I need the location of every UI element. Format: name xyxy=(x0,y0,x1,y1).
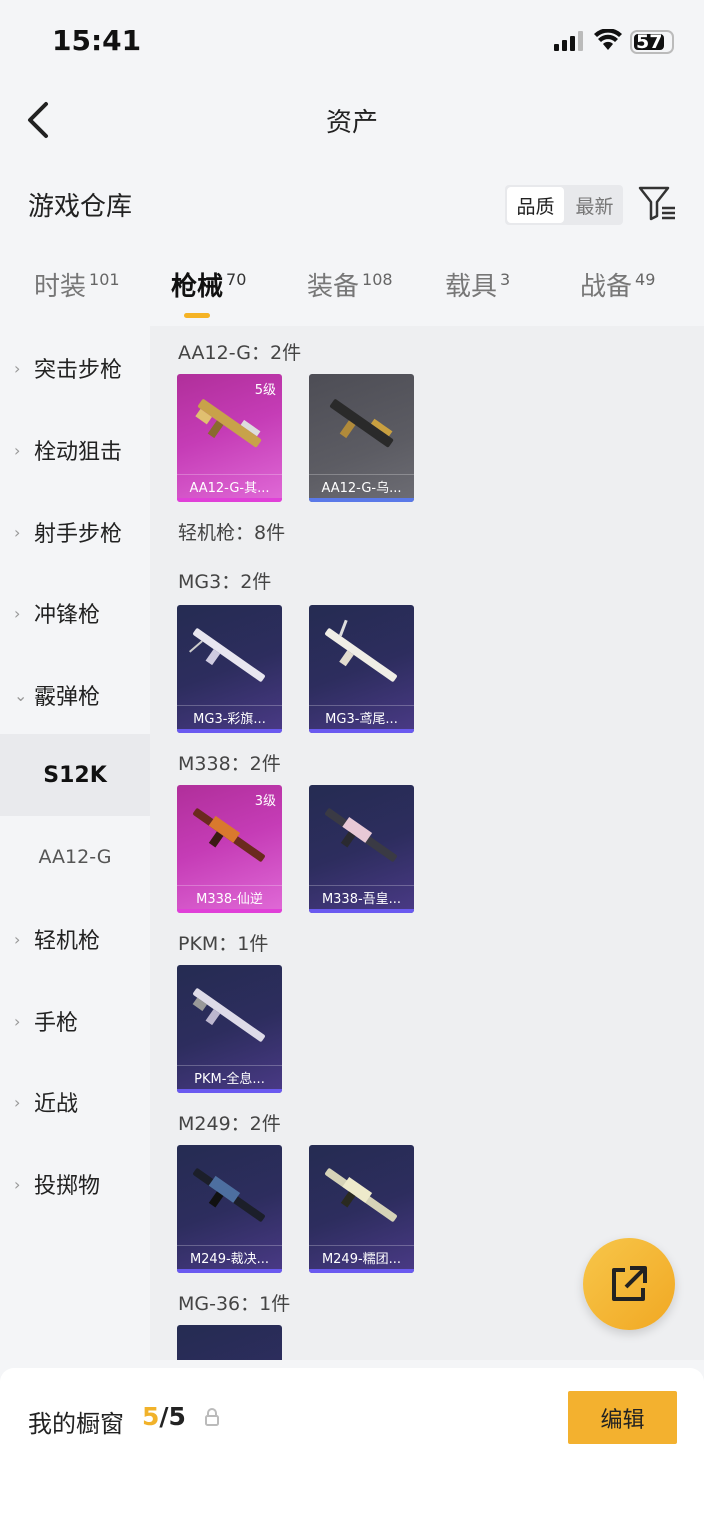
showcase-count: 5/5 xyxy=(142,1402,186,1431)
edit-button[interactable]: 编辑 xyxy=(568,1391,677,1444)
group-title: MG3：2件 xyxy=(178,571,272,593)
lmg-image xyxy=(189,628,265,682)
sidebar-item-throwable[interactable]: › 投掷物 xyxy=(0,1154,150,1214)
section-title: 游戏仓库 xyxy=(28,192,133,222)
sidebar-item-shotgun[interactable]: ⌄ 霰弹枪 xyxy=(0,665,150,725)
item-card[interactable]: M249-糯团... xyxy=(309,1145,414,1273)
group-title: M249：2件 xyxy=(178,1113,281,1135)
rarity-bar xyxy=(177,1089,282,1093)
chevron-right-icon: › xyxy=(14,929,21,949)
item-name: M338-吾皇... xyxy=(309,885,414,909)
shotgun-image xyxy=(330,399,394,448)
group-title: MG-36：1件 xyxy=(178,1293,291,1315)
sidebar-item-assault-rifle[interactable]: › 突击步枪 xyxy=(0,338,150,398)
filter-icon[interactable] xyxy=(638,184,678,224)
item-card[interactable]: 5级 AA12-G-其... xyxy=(177,374,282,502)
rarity-bar xyxy=(309,909,414,913)
sort-newest-button[interactable]: 最新 xyxy=(566,185,623,225)
sidebar-item-bolt-sniper[interactable]: › 栓动狙击 xyxy=(0,420,150,480)
sidebar-item-pistol[interactable]: › 手枪 xyxy=(0,991,150,1051)
group-title: 轻机枪：8件 xyxy=(178,522,286,544)
item-card[interactable]: AA12-G-乌... xyxy=(309,374,414,502)
tab-equipment[interactable]: 装备 108 xyxy=(307,266,393,303)
group-title: AA12-G：2件 xyxy=(178,342,302,364)
rarity-bar xyxy=(177,498,282,502)
chevron-right-icon: › xyxy=(14,1092,21,1112)
lmg-image xyxy=(192,988,265,1042)
battery-level: 57 xyxy=(636,31,663,53)
page-title: 资产 xyxy=(325,108,378,138)
category-tabs: 时装 101 枪械 70 装备 108 载具 3 战备 49 xyxy=(0,266,704,322)
tab-vehicles[interactable]: 载具 3 xyxy=(445,266,510,303)
chevron-right-icon: › xyxy=(14,603,21,623)
rarity-bar xyxy=(309,1269,414,1273)
rarity-bar xyxy=(177,1269,282,1273)
sort-quality-button[interactable]: 品质 xyxy=(507,187,564,223)
tab-combat-supplies[interactable]: 战备 49 xyxy=(580,266,655,303)
cellular-signal-icon xyxy=(554,31,583,51)
item-name: MG3-彩旗... xyxy=(177,705,282,729)
chevron-right-icon: › xyxy=(14,440,21,460)
share-button[interactable] xyxy=(583,1238,675,1330)
item-name: PKM-全息... xyxy=(177,1065,282,1089)
item-card[interactable]: M338-吾皇... xyxy=(309,785,414,913)
status-bar: 15:41 57 xyxy=(0,0,704,80)
item-level-badge: 5级 xyxy=(254,383,276,398)
wifi-icon xyxy=(594,29,622,50)
tab-firearms[interactable]: 枪械 70 xyxy=(171,266,246,303)
chevron-right-icon: › xyxy=(14,1174,21,1194)
sort-toggle[interactable]: 品质 最新 xyxy=(505,185,623,225)
tab-fashion[interactable]: 时装 101 xyxy=(34,266,120,303)
lmg-image xyxy=(325,619,397,682)
item-name: M249-糯团... xyxy=(309,1245,414,1269)
sidebar-item-lmg[interactable]: › 轻机枪 xyxy=(0,909,150,969)
item-card[interactable]: 3级 M338-仙逆 xyxy=(177,785,282,913)
sidebar-item-marksman-rifle[interactable]: › 射手步枪 xyxy=(0,502,150,562)
chevron-right-icon: › xyxy=(14,1011,21,1031)
item-card[interactable]: M249-裁决... xyxy=(177,1145,282,1273)
item-card[interactable]: PKM-全息... xyxy=(177,965,282,1093)
lmg-image xyxy=(325,808,397,862)
item-name: M249-裁决... xyxy=(177,1245,282,1269)
rarity-bar xyxy=(309,729,414,733)
sidebar-subitem-aa12g[interactable]: AA12-G xyxy=(0,816,150,898)
showcase-bar: 我的橱窗 5/5 编辑 xyxy=(0,1368,704,1523)
rarity-bar xyxy=(309,498,414,502)
battery-icon: 57 xyxy=(630,30,674,54)
item-name: AA12-G-其... xyxy=(177,474,282,498)
group-title: M338：2件 xyxy=(178,753,281,775)
item-name: AA12-G-乌... xyxy=(309,474,414,498)
item-grid: AA12-G：2件 轻机枪：8件 MG3：2件 M338：2件 PKM：1件 M… xyxy=(150,326,704,1360)
weapon-category-sidebar: › 突击步枪 › 栓动狙击 › 射手步枪 › 冲锋枪 ⌄ 霰弹枪 S12K AA12-G … xyxy=(0,326,150,1360)
lmg-image xyxy=(193,1168,265,1222)
item-card[interactable]: MG3-鸢尾... xyxy=(309,605,414,733)
item-name: MG3-鸢尾... xyxy=(309,705,414,729)
item-level-badge: 3级 xyxy=(254,794,276,809)
item-card[interactable] xyxy=(177,1325,282,1360)
active-tab-indicator xyxy=(184,313,210,318)
chevron-down-icon: ⌄ xyxy=(14,685,28,705)
sidebar-item-melee[interactable]: › 近战 xyxy=(0,1072,150,1132)
item-name: M338-仙逆 xyxy=(177,885,282,909)
group-title: PKM：1件 xyxy=(178,933,269,955)
item-card[interactable]: MG3-彩旗... xyxy=(177,605,282,733)
sidebar-subitem-s12k[interactable]: S12K xyxy=(0,734,150,816)
chevron-right-icon: › xyxy=(14,522,21,542)
showcase-label: 我的橱窗 xyxy=(28,1410,124,1438)
sidebar-item-smg[interactable]: › 冲锋枪 xyxy=(0,583,150,643)
status-time: 15:41 xyxy=(52,24,142,57)
lock-icon xyxy=(205,1408,219,1426)
chevron-right-icon: › xyxy=(14,358,21,378)
rarity-bar xyxy=(177,909,282,913)
lmg-image xyxy=(325,1168,397,1222)
rarity-bar xyxy=(177,729,282,733)
share-external-icon xyxy=(612,1266,647,1301)
